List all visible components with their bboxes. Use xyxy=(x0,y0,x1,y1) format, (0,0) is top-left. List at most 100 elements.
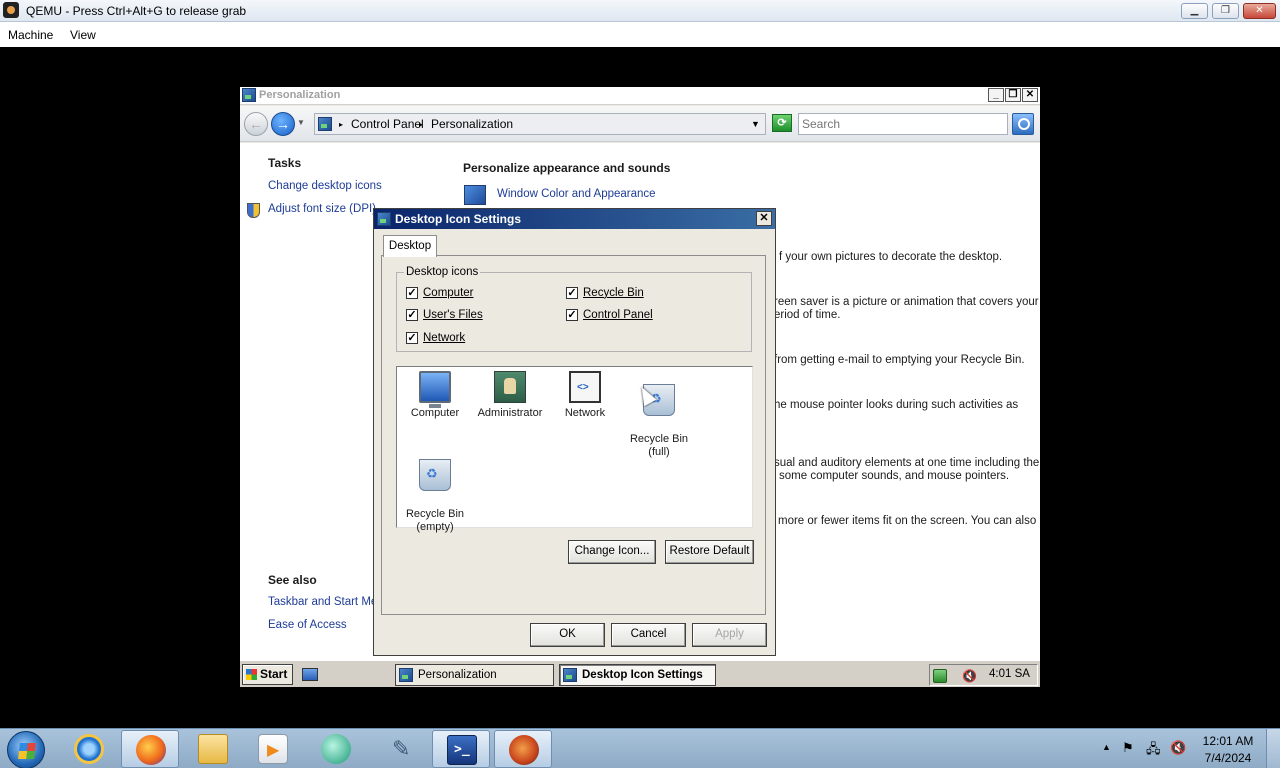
tab-desktop[interactable]: Desktop xyxy=(383,235,437,257)
computer-checkbox[interactable]: ✓ xyxy=(406,287,418,299)
taskbar-app-firefox[interactable] xyxy=(121,730,179,768)
recycle-bin-checkbox-label[interactable]: Recycle Bin xyxy=(583,287,644,299)
close-button[interactable]: ✕ xyxy=(1022,88,1038,102)
search-input[interactable] xyxy=(798,113,1008,135)
taskbar-app-file-explorer[interactable] xyxy=(184,730,242,768)
taskbar-app-tools[interactable] xyxy=(372,730,430,768)
volume-muted-icon[interactable]: 🔇 xyxy=(962,669,977,683)
refresh-button[interactable]: ⟳ xyxy=(772,114,792,132)
qemu-titlebar: QEMU - Press Ctrl+Alt+G to release grab … xyxy=(0,0,1280,22)
volume-muted-icon[interactable]: 🔇 xyxy=(1170,740,1186,756)
chevron-right-icon[interactable]: ▸ xyxy=(419,120,423,129)
breadcrumb-personalization[interactable]: Personalization xyxy=(431,117,513,131)
taskbar-app-media-player[interactable] xyxy=(244,730,302,768)
chat-app-icon xyxy=(321,734,351,764)
host-minimize-button[interactable]: ▁ xyxy=(1181,3,1208,19)
cancel-button[interactable]: Cancel xyxy=(611,623,686,647)
host-restore-button[interactable]: ❐ xyxy=(1212,3,1239,19)
icon-item-label: Administrator xyxy=(477,407,543,419)
taskbar-app-chat[interactable] xyxy=(307,730,365,768)
ok-button[interactable]: OK xyxy=(530,623,605,647)
tools-icon xyxy=(386,734,416,764)
control-panel-checkbox[interactable]: ✓ xyxy=(566,309,578,321)
taskbar-app-powershell[interactable] xyxy=(432,730,490,768)
screen-saver-description-2: eriod of time. xyxy=(774,309,841,321)
firefox-icon xyxy=(136,735,166,765)
minimize-button[interactable]: _ xyxy=(988,88,1004,102)
network-tray-icon[interactable]: 🖧 xyxy=(1146,740,1161,762)
desktop-tab-panel: Desktop icons ✓ Computer ✓ User's Files … xyxy=(381,255,766,615)
start-button[interactable]: Start xyxy=(242,664,293,685)
icon-item-label: Recycle Bin (empty) xyxy=(405,508,465,533)
qemu-menubar: Machine View xyxy=(0,22,1280,47)
action-center-flag-icon[interactable]: ⚑ xyxy=(1122,740,1134,756)
computer-icon xyxy=(419,371,451,408)
network-icon xyxy=(569,371,601,403)
taskbar-personalization[interactable]: Personalization xyxy=(395,664,554,686)
search-icon[interactable] xyxy=(1012,113,1034,135)
personalization-title: Personalization xyxy=(259,89,341,101)
address-toolbar: ← → ▼ ▸ Control Panel ▸ Personalization … xyxy=(240,106,1040,142)
recycle-bin-checkbox[interactable]: ✓ xyxy=(566,287,578,299)
icon-item-administrator[interactable]: Administrator xyxy=(472,371,548,420)
control-panel-icon xyxy=(242,88,256,102)
maximize-button[interactable]: ❐ xyxy=(1005,88,1021,102)
tasks-heading: Tasks xyxy=(268,156,302,170)
qemu-app-icon xyxy=(3,2,19,18)
icon-item-network[interactable]: Network xyxy=(547,371,623,420)
chevron-right-icon[interactable]: ▸ xyxy=(339,120,343,129)
ease-of-access-link[interactable]: Ease of Access xyxy=(268,619,347,631)
taskbar-desktop-icon-settings[interactable]: Desktop Icon Settings xyxy=(559,664,716,686)
restore-default-button[interactable]: Restore Default xyxy=(665,540,754,564)
recent-pages-dropdown-icon[interactable]: ▼ xyxy=(297,118,305,127)
show-desktop-button[interactable] xyxy=(1266,729,1280,768)
icon-item-recycle-bin-full[interactable]: Recycle Bin (full) xyxy=(621,371,697,459)
start-orb-icon[interactable] xyxy=(7,731,45,768)
apply-button[interactable]: Apply xyxy=(692,623,767,647)
user-folder-icon xyxy=(494,371,526,403)
adjust-font-size-link[interactable]: Adjust font size (DPI) xyxy=(268,203,376,215)
menu-view[interactable]: View xyxy=(70,28,96,42)
users-files-checkbox[interactable]: ✓ xyxy=(406,309,418,321)
network-checkbox[interactable]: ✓ xyxy=(406,332,418,344)
icon-item-computer[interactable]: Computer xyxy=(397,371,473,420)
change-desktop-icons-link[interactable]: Change desktop icons xyxy=(268,180,382,192)
icon-preview-list[interactable]: Computer Administrator Network Recycle B… xyxy=(396,366,753,533)
mouse-pointers-description: he mouse pointer looks during such activ… xyxy=(774,399,1019,411)
window-color-icon xyxy=(464,185,486,205)
host-clock-time[interactable]: 12:01 AM xyxy=(1198,734,1258,748)
display-settings-description: more or fewer items fit on the screen. Y… xyxy=(778,515,1037,527)
qemu-window-title: QEMU - Press Ctrl+Alt+G to release grab xyxy=(26,4,247,18)
window-color-link[interactable]: Window Color and Appearance xyxy=(497,188,656,200)
guest-clock[interactable]: 4:01 SA xyxy=(989,668,1030,680)
taskbar-app-qemu[interactable] xyxy=(494,730,552,768)
icon-item-label: Network xyxy=(564,407,606,419)
dialog-titlebar: Desktop Icon Settings ✕ xyxy=(374,209,775,229)
menu-machine[interactable]: Machine xyxy=(8,28,53,42)
address-dropdown-icon[interactable]: ▼ xyxy=(751,119,760,129)
breadcrumb-control-panel[interactable]: Control Panel xyxy=(351,117,424,131)
users-files-checkbox-label[interactable]: User's Files xyxy=(423,309,483,321)
taskbar-app-internet-explorer[interactable] xyxy=(60,730,118,768)
taskbar-start-menu-link[interactable]: Taskbar and Start Menu xyxy=(268,596,374,608)
theme-description: sual and auditory elements at one time i… xyxy=(774,457,1040,469)
dialog-close-button[interactable]: ✕ xyxy=(756,211,772,226)
control-panel-checkbox-label[interactable]: Control Panel xyxy=(583,309,653,321)
network-checkbox-label[interactable]: Network xyxy=(423,332,465,344)
change-icon-button[interactable]: Change Icon... xyxy=(568,540,656,564)
host-clock-date[interactable]: 7/4/2024 xyxy=(1198,751,1258,765)
show-hidden-icons-icon[interactable]: ▲ xyxy=(1102,742,1111,752)
dialog-app-icon xyxy=(377,212,391,226)
back-button[interactable]: ← xyxy=(244,112,268,136)
host-taskbar: ▲ ⚑ 🖧 🔇 12:01 AM 7/4/2024 xyxy=(0,728,1280,768)
host-close-button[interactable]: ✕ xyxy=(1243,3,1276,19)
computer-checkbox-label[interactable]: Computer xyxy=(423,287,474,299)
show-desktop-icon[interactable] xyxy=(302,668,318,681)
theme-description-2: some computer sounds, and mouse pointers… xyxy=(779,470,1010,482)
taskbar-item-label: Desktop Icon Settings xyxy=(582,669,703,681)
address-bar[interactable]: ▸ Control Panel ▸ Personalization ▼ xyxy=(314,113,766,135)
security-center-icon[interactable] xyxy=(933,669,947,683)
control-panel-icon xyxy=(318,117,332,131)
forward-button[interactable]: → xyxy=(271,112,295,136)
icon-item-recycle-bin-empty[interactable]: Recycle Bin (empty) xyxy=(397,446,473,534)
